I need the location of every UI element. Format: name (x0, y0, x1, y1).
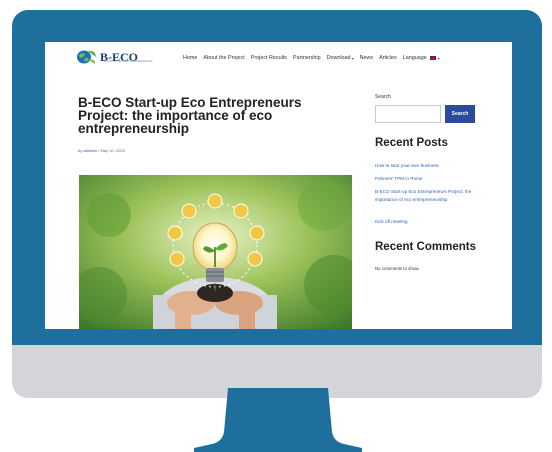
monitor-frame: B-ECO START-UP ECO ENTREPRENEURS Home Ab… (12, 10, 542, 398)
recent-comments-heading: Recent Comments (375, 241, 476, 253)
article-title: B-ECO Start-up Eco Entrepreneurs Project… (78, 95, 302, 136)
post-date: May 10, 2023 (100, 148, 125, 153)
globe-logo-icon (77, 50, 96, 64)
nav-label: About the Project (203, 55, 245, 61)
search-input[interactable] (375, 105, 441, 123)
chevron-down-icon: ▾ (437, 55, 440, 61)
nav-partnership[interactable]: Partnership (293, 55, 321, 61)
recent-post-link[interactable]: Partners' TPM in Rome (375, 175, 473, 183)
meta-prefix: by (78, 148, 83, 153)
recent-post-link[interactable]: Kick off meeting (375, 218, 473, 226)
recent-post-link[interactable]: How to start your own business (375, 162, 473, 170)
monitor-stand (194, 388, 362, 452)
recent-posts-heading: Recent Posts (375, 137, 448, 149)
nav-label: Language (402, 55, 427, 61)
nav-about-project[interactable]: About the Project (203, 55, 244, 61)
no-comments-text: No comments to show. (375, 266, 420, 271)
hands-seedling-lightbulb-image (79, 175, 352, 329)
main-nav: Home About the Project Project Results P… (183, 55, 446, 61)
nav-home[interactable]: Home (183, 55, 197, 61)
chevron-down-icon: ▾ (351, 55, 354, 61)
search-button[interactable]: Search (445, 105, 475, 123)
uk-flag-icon (428, 55, 437, 61)
site-logo[interactable]: B-ECO (75, 48, 138, 66)
nav-label: News (359, 55, 374, 61)
recent-post-link[interactable]: B-ECO Start-up Eco Entrepreneurs Project… (375, 188, 473, 204)
nav-news[interactable]: News (360, 55, 373, 61)
author-link[interactable]: adminic (83, 148, 97, 153)
hero-image (79, 175, 352, 329)
nav-articles[interactable]: Articles (379, 55, 397, 61)
article-meta: by adminic / May 10, 2023 (78, 148, 125, 153)
nav-label: Download (326, 55, 351, 61)
nav-download[interactable]: Download ▾ (327, 55, 354, 61)
logo-subtitle: START-UP ECO ENTREPRENEURS (103, 59, 153, 63)
nav-label: Project Results (250, 55, 287, 61)
nav-language[interactable]: Language ▾ (403, 55, 440, 61)
nav-label: Partnership (293, 55, 321, 61)
nav-label: Home (183, 55, 198, 61)
site-header: B-ECO START-UP ECO ENTREPRENEURS Home Ab… (45, 42, 512, 72)
search-label: Search (375, 94, 391, 100)
nav-label: Articles (379, 55, 397, 61)
monitor-screen: B-ECO START-UP ECO ENTREPRENEURS Home Ab… (45, 42, 512, 329)
nav-project-results[interactable]: Project Results (251, 55, 287, 61)
meta-separator: / (98, 148, 100, 153)
